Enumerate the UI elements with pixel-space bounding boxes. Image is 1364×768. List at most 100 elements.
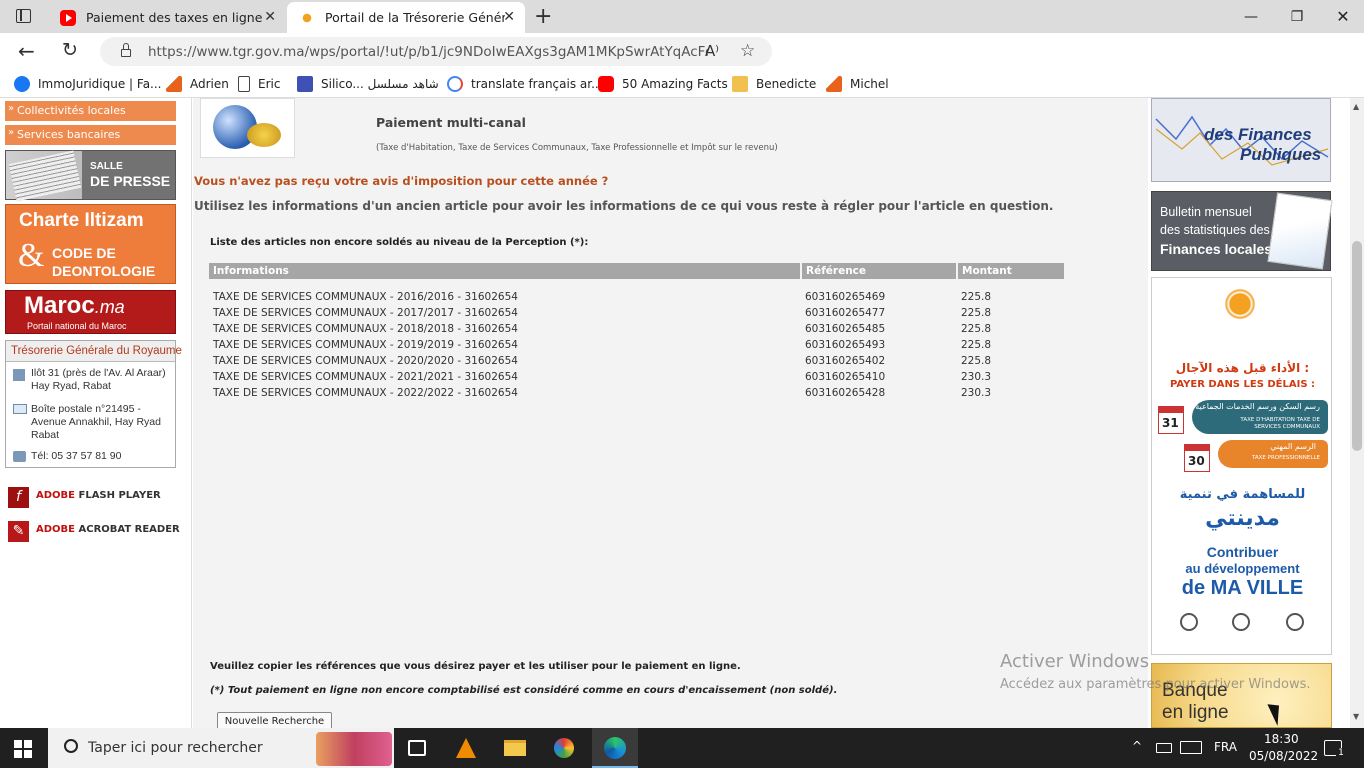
acrobat-reader-link[interactable]: ✎ ADOBE ACROBAT READER (8, 521, 180, 545)
cell-information: TAXE DE SERVICES COMMUNAUX - 2021/2021 -… (213, 371, 518, 383)
bookmark-translate[interactable]: translate français ar... (447, 76, 603, 92)
read-aloud-icon[interactable]: A⁾ (705, 42, 719, 60)
google-icon (447, 76, 463, 92)
bookmark-michel[interactable]: Michel (826, 76, 889, 92)
bookmark-favicon-icon (166, 76, 182, 92)
close-tab-icon[interactable]: ✕ (503, 9, 515, 25)
bulletin-line-3: Finances locales (1160, 241, 1273, 257)
salle-label: SALLE (90, 161, 123, 172)
pill-2-ar: الرسم المهني (1270, 442, 1316, 451)
table-row: TAXE DE SERVICES COMMUNAUX - 2021/2021 -… (209, 369, 1065, 385)
language-indicator[interactable]: FRA (1214, 740, 1237, 754)
table-row: TAXE DE SERVICES COMMUNAUX - 2018/2018 -… (209, 321, 1065, 337)
banner-maroc-ma[interactable]: Maroc.ma Portail national du Maroc (5, 290, 176, 334)
minimize-button[interactable]: — (1228, 0, 1274, 33)
cell-reference[interactable]: 603160265410 (801, 369, 957, 385)
url-box[interactable]: https://www.tgr.gov.ma/wps/portal/!ut/p/… (100, 37, 772, 66)
column-header-reference: Référence (801, 263, 958, 279)
newspaper-image (8, 150, 82, 202)
bookmark-adrien[interactable]: Adrien (166, 76, 229, 92)
task-view-icon[interactable] (408, 740, 426, 756)
restore-button[interactable]: ❐ (1274, 0, 1320, 33)
scroll-up-arrow[interactable]: ▲ (1353, 102, 1359, 111)
right-sidebar: des Finances Publiques Bulletin mensuel … (1149, 98, 1350, 728)
clock-date[interactable]: 05/08/2022 (1249, 749, 1318, 763)
cell-reference[interactable]: 603160265485 (801, 321, 957, 337)
flash-player-link[interactable]: f ADOBE FLASH PLAYER (8, 487, 178, 511)
bookmark-eric[interactable]: Eric (238, 76, 280, 92)
bookmark-silico[interactable]: Silico... شاهد مسلسل (297, 76, 439, 92)
cell-montant: 225.8 (961, 339, 992, 351)
new-search-button[interactable]: Nouvelle Recherche (217, 712, 332, 728)
cell-reference[interactable]: 603160265428 (801, 385, 957, 401)
bookmark-label: ImmoJuridique | Fa... (38, 77, 162, 91)
favorite-add-icon[interactable]: ☆ (740, 41, 755, 61)
scroll-thumb[interactable] (1352, 241, 1362, 451)
poster-fr-2: au développement (1185, 561, 1300, 576)
tab-tgr[interactable]: Portail de la Trésorerie Générale ✕ (287, 2, 525, 33)
copy-note: Veuillez copier les références que vous … (210, 661, 741, 672)
bulletin-cover-image (1267, 192, 1333, 270)
flash-icon: f (8, 487, 29, 508)
address-bar: ← ↻ https://www.tgr.gov.ma/wps/portal/!u… (0, 33, 1364, 95)
bookmark-label: Benedicte (756, 77, 817, 91)
cell-montant: 225.8 (961, 323, 992, 335)
bookmark-favicon-icon (826, 76, 842, 92)
cell-information: TAXE DE SERVICES COMMUNAUX - 2020/2020 -… (213, 355, 518, 367)
keyboard-icon[interactable] (1180, 741, 1202, 754)
page-scrollbar[interactable]: ▲ ▼ (1350, 98, 1364, 728)
edge-taskbar-button[interactable] (592, 728, 638, 768)
close-window-button[interactable]: ✕ (1320, 0, 1364, 33)
file-explorer-icon[interactable] (504, 740, 526, 756)
refresh-icon[interactable]: ↻ (62, 39, 78, 61)
cell-montant: 225.8 (961, 307, 992, 319)
new-tab-button[interactable]: + (534, 4, 552, 29)
table-row: TAXE DE SERVICES COMMUNAUX - 2016/2016 -… (209, 289, 1065, 305)
bookmark-50-facts[interactable]: 50 Amazing Facts (598, 76, 728, 92)
tab-title: Portail de la Trésorerie Générale (325, 10, 505, 25)
poster-fr-3: de MA VILLE (1181, 577, 1304, 599)
tab-youtube[interactable]: Paiement des taxes en ligne - via ✕ (48, 2, 286, 33)
cell-reference[interactable]: 603160265477 (801, 305, 957, 321)
link-collectivites-locales[interactable]: Collectivités locales (5, 101, 176, 121)
scroll-down-arrow[interactable]: ▼ (1353, 712, 1359, 721)
cell-reference[interactable]: 603160265469 (801, 289, 957, 305)
banner-finances-publiques[interactable]: des Finances Publiques (1151, 98, 1331, 182)
bookmark-benedicte[interactable]: Benedicte (732, 76, 816, 92)
paint-icon[interactable] (554, 738, 574, 758)
banner-payer-delais[interactable]: الأداء قبل هذه الآجال : PAYER DANS LES D… (1151, 277, 1332, 655)
cell-montant: 225.8 (961, 291, 992, 303)
lock-icon[interactable] (121, 49, 131, 57)
tab-actions-icon[interactable] (16, 9, 31, 23)
vlc-icon[interactable] (456, 738, 476, 758)
multicanal-globe-image (200, 98, 295, 158)
battery-icon[interactable] (1156, 743, 1172, 753)
left-sidebar: Collectivités locales Services bancaires… (0, 98, 192, 728)
banner-charte-iltizam[interactable]: Charte Iltizam & CODE DE DEONTOLOGIE (5, 204, 176, 284)
bulletin-line-1: Bulletin mensuel (1160, 205, 1252, 219)
link-services-bancaires[interactable]: Services bancaires (5, 125, 176, 145)
articles-table: Informations Référence Montant TAXE DE S… (209, 263, 1066, 401)
banner-bulletin-mensuel[interactable]: Bulletin mensuel des statistiques des Fi… (1151, 191, 1333, 271)
banner-banque-en-ligne[interactable]: Banque en ligne (1151, 663, 1332, 728)
close-tab-icon[interactable]: ✕ (264, 9, 276, 25)
poster-icon-3 (1286, 613, 1304, 631)
cell-reference[interactable]: 603160265493 (801, 337, 957, 353)
show-hidden-icons[interactable]: ^ (1132, 739, 1142, 753)
bookmark-immojuridique[interactable]: ImmoJuridique | Fa... (14, 76, 162, 92)
en-ligne-label: en ligne (1162, 702, 1229, 723)
cell-reference[interactable]: 603160265402 (801, 353, 957, 369)
taskbar-search[interactable]: Taper ici pour rechercher (48, 728, 394, 768)
clock-time[interactable]: 18:30 (1264, 732, 1299, 746)
contact-postal: Boîte postale n°21495 - Avenue Annakhil,… (31, 403, 161, 441)
bookmark-label: translate français ar... (471, 77, 603, 91)
back-icon[interactable]: ← (18, 39, 35, 63)
banner-salle-de-presse[interactable]: SALLE DE PRESSE (5, 150, 176, 202)
column-header-informations: Informations (209, 263, 802, 279)
cell-montant: 225.8 (961, 355, 992, 367)
table-body: TAXE DE SERVICES COMMUNAUX - 2016/2016 -… (209, 289, 1065, 401)
url-text[interactable]: https://www.tgr.gov.ma/wps/portal/!ut/p/… (148, 44, 708, 60)
list-title: Liste des articles non encore soldés au … (210, 237, 589, 248)
windows-start-icon[interactable] (14, 740, 32, 758)
contact-address: Ilôt 31 (près de l'Av. Al Araar) Hay Rya… (31, 367, 166, 392)
